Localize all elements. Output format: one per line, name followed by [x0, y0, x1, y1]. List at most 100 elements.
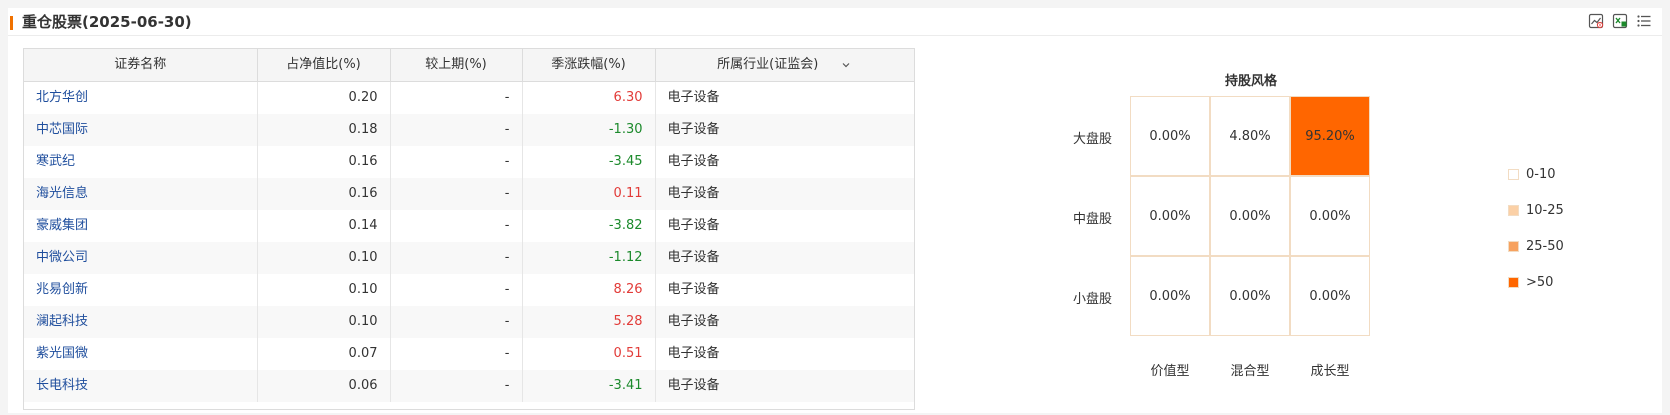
style-cell: 0.00%	[1130, 176, 1210, 256]
net-value-ratio: 0.06	[257, 370, 391, 402]
net-value-ratio: 0.16	[257, 146, 391, 178]
style-cell: 95.20%	[1290, 96, 1370, 176]
style-row-label: 中盘股	[1072, 212, 1112, 227]
stock-name-link[interactable]: 兆易创新	[24, 274, 258, 306]
net-value-ratio: 0.10	[257, 274, 391, 306]
net-value-ratio: 0.16	[257, 178, 391, 210]
quarter-change: 0.51	[522, 338, 656, 370]
style-cell: 0.00%	[1290, 176, 1370, 256]
change-vs-prior: -	[390, 114, 523, 146]
stock-name-link[interactable]: 北方华创	[24, 81, 258, 114]
panel-title: 重仓股票(2025-06-30)	[22, 13, 192, 31]
table-row[interactable]: 长电科技 0.06- -3.41 电子设备	[24, 370, 914, 402]
table-row[interactable]: 紫光国微 0.07-0.51 电子设备	[24, 338, 914, 370]
legend-swatch	[1508, 276, 1519, 288]
industry: 电子设备	[667, 346, 720, 361]
change-vs-prior: -	[390, 338, 523, 370]
excel-export-icon[interactable]	[1612, 13, 1628, 29]
chevron-down-icon[interactable]	[840, 59, 852, 71]
style-cell: 0.00%	[1290, 256, 1370, 336]
stock-name-link[interactable]: 豪威集团	[24, 210, 258, 242]
holding-style-box: 持股风格 大盘股中盘股小盘股 0.00% 4.80% 95.20% 0.00% 0.00…	[1028, 48, 1648, 410]
quarter-change: -1.30	[522, 114, 656, 146]
quarter-change: -3.41	[522, 370, 656, 402]
legend-swatch	[1508, 168, 1519, 180]
holdings-panel: 重仓股票(2025-06-30) 证券名称 占净值比(%) 较上期(%) 季涨跌…	[8, 8, 1662, 413]
industry: 电子设备	[667, 282, 720, 297]
legend-label: >50	[1526, 274, 1554, 290]
industry: 电子设备	[667, 154, 720, 169]
style-cell: 0.00%	[1210, 256, 1290, 336]
table-body: 北方华创 0.20-6.30 电子设备 中芯国际 0.18- -1.30 电子设备 寒武纪 0.…	[24, 81, 914, 402]
legend-swatch	[1508, 204, 1519, 216]
legend-item: 0-10	[1508, 156, 1564, 192]
change-vs-prior: -	[390, 306, 523, 338]
change-vs-prior: -	[390, 370, 523, 402]
change-vs-prior: -	[390, 274, 523, 306]
stock-name-link[interactable]: 紫光国微	[24, 338, 258, 370]
col-header-industry[interactable]: 所属行业(证监会)	[655, 49, 914, 82]
change-vs-prior: -	[390, 178, 523, 210]
change-vs-prior: -	[390, 81, 523, 114]
table-row[interactable]: 兆易创新 0.10-8.26 电子设备	[24, 274, 914, 306]
net-value-ratio: 0.10	[257, 242, 391, 274]
table-row[interactable]: 中微公司 0.10- -1.12 电子设备	[24, 242, 914, 274]
style-col-label: 混合型	[1230, 364, 1270, 379]
style-cell: 0.00%	[1130, 256, 1210, 336]
table-row[interactable]: 北方华创 0.20-6.30 电子设备	[24, 81, 914, 114]
change-vs-prior: -	[390, 146, 523, 178]
style-cell: 0.00%	[1130, 96, 1210, 176]
quarter-change: -3.82	[522, 210, 656, 242]
quarter-change: -1.12	[522, 242, 656, 274]
industry: 电子设备	[655, 242, 914, 274]
industry: 电子设备	[655, 370, 914, 402]
legend-label: 10-25	[1526, 202, 1564, 218]
table-header-row: 证券名称 占净值比(%) 较上期(%) 季涨跌幅(%) 所属行业(证监会)	[24, 49, 914, 82]
net-value-ratio: 0.20	[257, 81, 391, 114]
stock-name-link[interactable]: 海光信息	[24, 178, 258, 210]
stock-name-link[interactable]: 寒武纪	[24, 146, 258, 178]
style-col-label: 成长型	[1310, 364, 1350, 379]
stock-name-link[interactable]: 中芯国际	[24, 114, 258, 146]
legend-label: 25-50	[1526, 238, 1564, 254]
net-value-ratio: 0.18	[257, 114, 391, 146]
stock-name-link[interactable]: 中微公司	[24, 242, 258, 274]
change-vs-prior: -	[390, 210, 523, 242]
col-header-name[interactable]: 证券名称	[24, 49, 258, 82]
quarter-change: 5.28	[522, 306, 656, 338]
style-legend: 0-10 10-25 25-50 >50	[1508, 156, 1564, 300]
chart-export-icon[interactable]	[1588, 13, 1604, 29]
stock-name-link[interactable]: 长电科技	[24, 370, 258, 402]
header-toolbar	[1588, 13, 1652, 29]
stock-name-link[interactable]: 澜起科技	[24, 306, 258, 338]
table-row[interactable]: 澜起科技 0.10-5.28 电子设备	[24, 306, 914, 338]
legend-item: >50	[1508, 264, 1564, 300]
holdings-table: 证券名称 占净值比(%) 较上期(%) 季涨跌幅(%) 所属行业(证监会) 北方…	[23, 48, 915, 410]
industry: 电子设备	[667, 218, 720, 233]
quarter-change: -3.45	[522, 146, 656, 178]
industry: 电子设备	[667, 90, 720, 105]
quarter-change: 6.30	[522, 81, 656, 114]
style-row-label: 大盘股	[1072, 132, 1112, 147]
style-box-title: 持股风格	[1224, 74, 1277, 89]
table-row[interactable]: 中芯国际 0.18- -1.30 电子设备	[24, 114, 914, 146]
col-header-change[interactable]: 较上期(%)	[390, 49, 523, 82]
industry: 电子设备	[655, 178, 914, 210]
panel-header: 重仓股票(2025-06-30)	[8, 8, 1662, 36]
list-menu-icon[interactable]	[1636, 13, 1652, 29]
table-row[interactable]: 寒武纪 0.16- -3.45 电子设备	[24, 146, 914, 178]
net-value-ratio: 0.07	[257, 338, 391, 370]
style-cell: 0.00%	[1210, 176, 1290, 256]
industry-header-label: 所属行业(证监会)	[717, 57, 819, 72]
table-row[interactable]: 海光信息 0.16-0.11 电子设备	[24, 178, 914, 210]
style-col-label: 价值型	[1150, 364, 1190, 379]
style-grid: 0.00% 4.80% 95.20% 0.00% 0.00% 0.00% 0.00% 0.00…	[1130, 96, 1370, 336]
legend-item: 25-50	[1508, 228, 1564, 264]
col-header-quarter[interactable]: 季涨跌幅(%)	[522, 49, 656, 82]
col-header-ratio[interactable]: 占净值比(%)	[257, 49, 391, 82]
table-row[interactable]: 豪威集团 0.14- -3.82 电子设备	[24, 210, 914, 242]
legend-swatch	[1508, 240, 1519, 252]
quarter-change: 8.26	[522, 274, 656, 306]
legend-item: 10-25	[1508, 192, 1564, 228]
style-row-label: 小盘股	[1072, 292, 1112, 307]
